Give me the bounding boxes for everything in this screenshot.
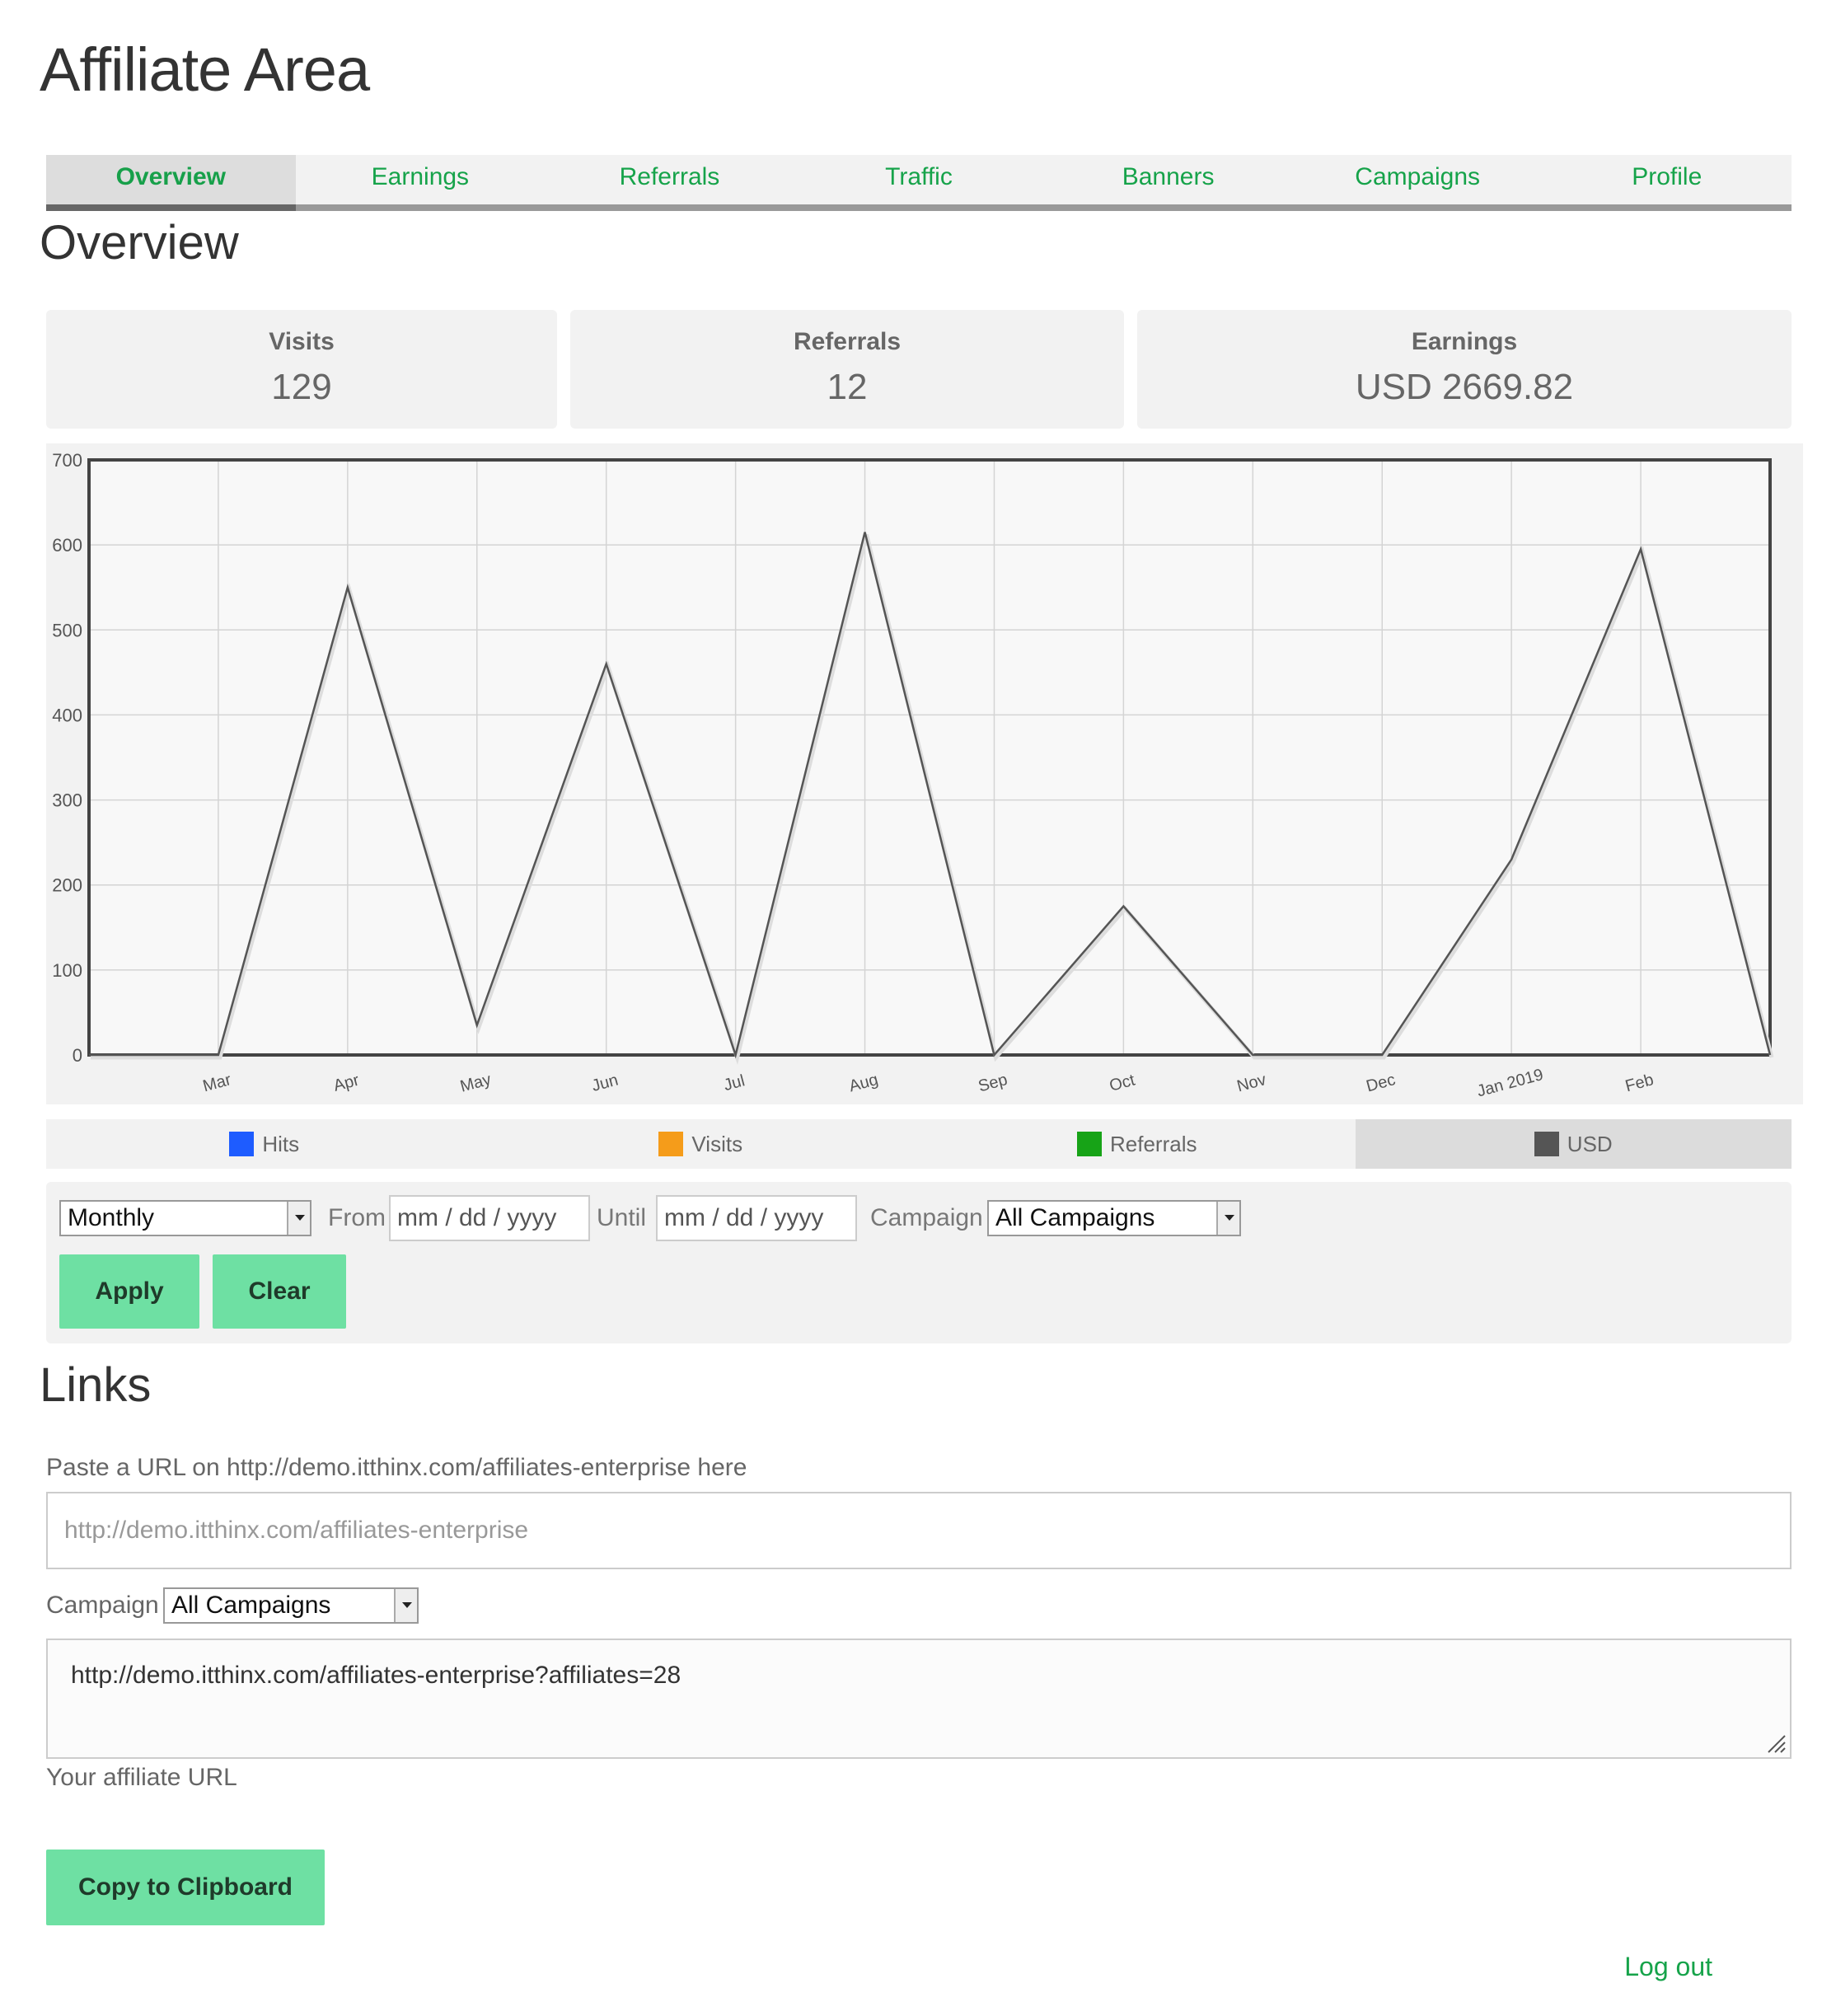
tab-overview[interactable]: Overview (46, 155, 296, 211)
copy-to-clipboard-button[interactable]: Copy to Clipboard (46, 1850, 325, 1925)
y-tick-label: 200 (52, 875, 82, 896)
legend-item-hits[interactable]: Hits (46, 1119, 483, 1169)
x-tick-label: Mar (201, 1071, 233, 1095)
visits-label: Visits (269, 328, 335, 355)
earnings-label: Earnings (1411, 328, 1518, 355)
x-tick-label: Sep (977, 1071, 1009, 1095)
affiliate-url-text: http://demo.itthinx.com/affiliates-enter… (71, 1662, 681, 1689)
chart-legend: Hits Visits Referrals USD (46, 1119, 1792, 1169)
usd-swatch (1534, 1132, 1559, 1156)
affiliate-url-caption: Your affiliate URL (46, 1764, 237, 1791)
tab-bar: Overview Earnings Referrals Traffic Bann… (46, 155, 1792, 211)
earnings-card: Earnings USD 2669.82 (1137, 310, 1792, 429)
url-field-label: Paste a URL on http://demo.itthinx.com/a… (46, 1454, 747, 1481)
apply-button[interactable]: Apply (59, 1254, 199, 1329)
links-campaign-select[interactable]: All Campaigns (163, 1587, 419, 1624)
x-tick-label: May (458, 1071, 493, 1096)
period-select[interactable]: Monthly (59, 1200, 311, 1236)
clear-button[interactable]: Clear (213, 1254, 346, 1329)
legend-item-referrals[interactable]: Referrals (919, 1119, 1356, 1169)
y-tick-label: 600 (52, 535, 82, 556)
y-tick-label: 400 (52, 705, 82, 725)
x-tick-label: Nov (1235, 1071, 1268, 1095)
legend-item-visits[interactable]: Visits (483, 1119, 920, 1169)
referrals-value: 12 (827, 367, 868, 407)
earnings-value: USD 2669.82 (1355, 367, 1574, 407)
overview-heading: Overview (40, 216, 239, 270)
plot-area (89, 460, 1770, 1055)
campaign-select[interactable]: All Campaigns (987, 1200, 1241, 1236)
x-tick-label: Oct (1108, 1071, 1137, 1095)
hits-swatch (229, 1132, 255, 1156)
y-tick-label: 500 (52, 620, 82, 640)
x-tick-label: Dec (1365, 1071, 1398, 1095)
page-title: Affiliate Area (40, 35, 370, 104)
x-tick-label: Jan 2019 (1475, 1066, 1545, 1101)
tab-banners[interactable]: Banners (1043, 155, 1293, 204)
tab-profile[interactable]: Profile (1542, 155, 1792, 204)
links-heading: Links (40, 1358, 152, 1412)
legend-label-usd: USD (1567, 1131, 1613, 1156)
chevron-down-icon (394, 1589, 417, 1622)
legend-label-referrals: Referrals (1110, 1131, 1197, 1156)
referrals-label: Referrals (793, 328, 902, 355)
chevron-down-icon (287, 1202, 310, 1235)
y-tick-label: 100 (52, 960, 82, 981)
y-tick-label: 300 (52, 790, 82, 811)
campaign-label: Campaign (870, 1204, 983, 1231)
visits-swatch (658, 1132, 684, 1156)
until-date-input[interactable]: mm / dd / yyyy (656, 1195, 857, 1241)
period-value: Monthly (68, 1204, 155, 1231)
logout-link[interactable]: Log out (1624, 1952, 1712, 1982)
visits-value: 129 (271, 367, 332, 407)
campaign-value: All Campaigns (995, 1204, 1155, 1231)
x-tick-label: Jul (722, 1071, 747, 1095)
legend-label-hits: Hits (262, 1131, 300, 1156)
links-campaign-value: All Campaigns (171, 1592, 331, 1619)
visits-card: Visits 129 (46, 310, 557, 429)
url-input[interactable]: http://demo.itthinx.com/affiliates-enter… (46, 1492, 1792, 1569)
resize-grip-icon[interactable] (1765, 1732, 1787, 1754)
referrals-card: Referrals 12 (570, 310, 1124, 429)
tab-earnings[interactable]: Earnings (296, 155, 546, 204)
from-label: From (328, 1204, 386, 1231)
y-tick-label: 0 (73, 1045, 82, 1066)
stats-chart: 0 100 200 300 400 500 600 700 Mar Apr May Jun Jul Aug… (46, 443, 1803, 1104)
chart-svg: 0 100 200 300 400 500 600 700 Mar Apr May Jun Jul Aug… (52, 450, 1774, 1101)
tab-traffic[interactable]: Traffic (794, 155, 1044, 204)
referrals-swatch (1077, 1132, 1102, 1156)
x-tick-label: Jun (590, 1071, 621, 1095)
chevron-down-icon (1216, 1202, 1239, 1235)
filter-panel: Monthly From mm / dd / yyyy Until mm / d… (46, 1182, 1792, 1343)
from-date-input[interactable]: mm / dd / yyyy (389, 1195, 590, 1241)
until-label: Until (597, 1204, 647, 1231)
x-tick-label: Apr (331, 1071, 361, 1095)
affiliate-url-output[interactable]: http://demo.itthinx.com/affiliates-enter… (46, 1639, 1792, 1759)
legend-label-visits: Visits (691, 1131, 743, 1156)
links-campaign-label: Campaign (46, 1592, 159, 1619)
tab-campaigns[interactable]: Campaigns (1293, 155, 1543, 204)
y-tick-label: 700 (52, 450, 82, 471)
x-tick-label: Feb (1623, 1071, 1656, 1095)
x-tick-label: Aug (847, 1071, 880, 1095)
legend-item-usd[interactable]: USD (1355, 1119, 1792, 1169)
tab-referrals[interactable]: Referrals (545, 155, 794, 204)
